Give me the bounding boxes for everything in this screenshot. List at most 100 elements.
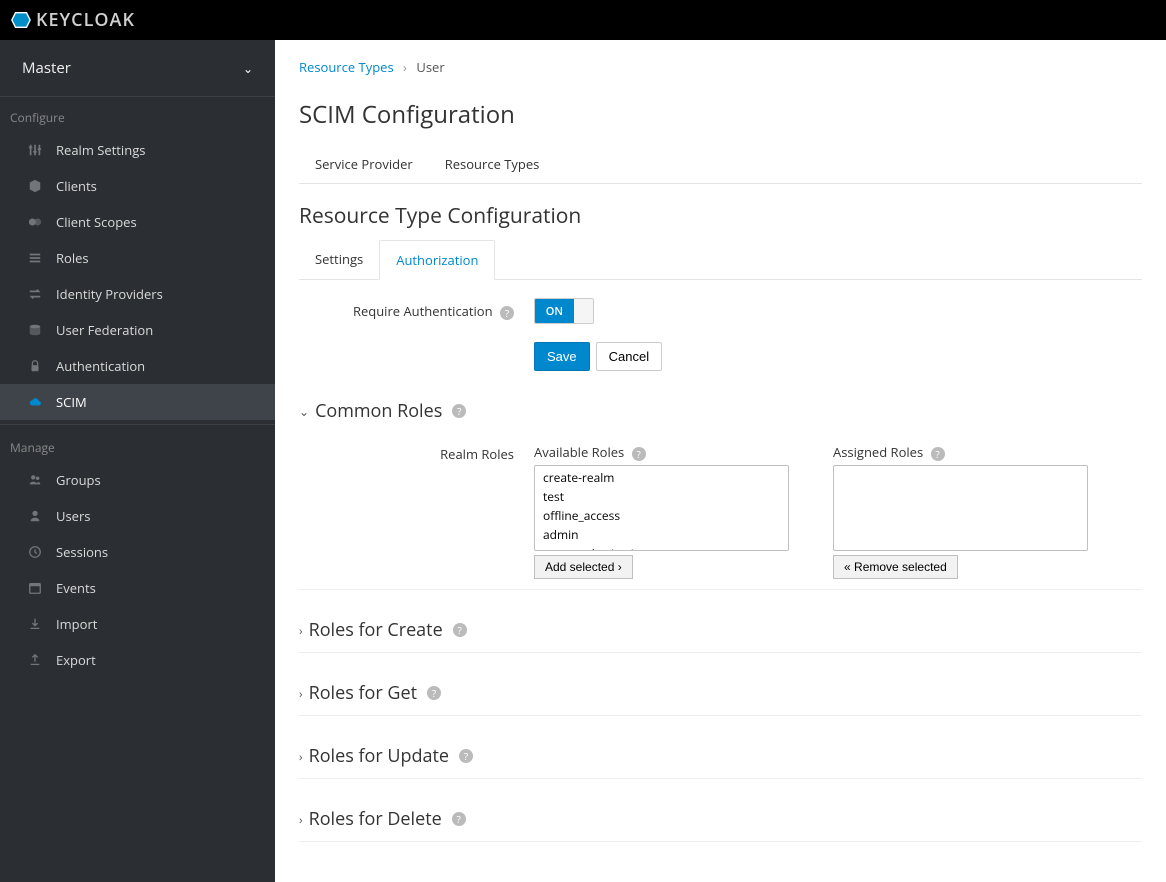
tab-resource-types[interactable]: Resource Types [429, 145, 556, 183]
help-icon[interactable]: ? [500, 306, 514, 320]
add-selected-button[interactable]: Add selected › [534, 555, 633, 579]
sidebar-label: Import [56, 615, 97, 633]
sidebar-item-groups[interactable]: Groups [0, 462, 275, 498]
section-roles-update: › Roles for Update ? [299, 738, 1142, 779]
sidebar-label: Export [56, 651, 96, 669]
sidebar-item-identity-providers[interactable]: Identity Providers [0, 276, 275, 312]
sliders-icon [28, 143, 42, 157]
remove-selected-button[interactable]: « Remove selected [833, 555, 958, 579]
sidebar-item-export[interactable]: Export [0, 642, 275, 678]
section-common-roles: ⌄ Common Roles ? Realm Roles Available R… [299, 393, 1142, 590]
tab-service-provider[interactable]: Service Provider [299, 145, 429, 183]
sidebar-label: Sessions [56, 543, 108, 561]
export-icon [28, 653, 42, 667]
section-header-update[interactable]: › Roles for Update ? [299, 738, 1142, 774]
chevron-right-icon: › [299, 811, 303, 828]
main-content: Resource Types › User SCIM Configuration… [275, 40, 1166, 882]
user-icon [28, 509, 42, 523]
sidebar-label: Roles [56, 249, 89, 267]
brand-logo: KEYCLOAK [10, 8, 135, 32]
scope-icon [28, 215, 42, 229]
realm-roles-row: Realm Roles Available Roles ? create-rea… [299, 429, 1142, 585]
chevron-right-icon: › [299, 748, 303, 765]
brand-text: KEYCLOAK [36, 8, 135, 32]
cube-icon [28, 179, 42, 193]
section-header-manage: Manage [0, 424, 275, 462]
help-icon[interactable]: ? [452, 812, 466, 826]
sidebar-item-import[interactable]: Import [0, 606, 275, 642]
help-icon[interactable]: ? [452, 404, 466, 418]
help-icon[interactable]: ? [632, 447, 646, 461]
list-icon [28, 251, 42, 265]
sidebar-item-user-federation[interactable]: User Federation [0, 312, 275, 348]
available-roles-label: Available Roles [534, 443, 624, 461]
sidebar-item-sessions[interactable]: Sessions [0, 534, 275, 570]
sidebar-label: Identity Providers [56, 285, 163, 303]
section-header-get[interactable]: › Roles for Get ? [299, 675, 1142, 711]
cancel-button[interactable]: Cancel [596, 342, 662, 371]
chevron-right-icon: › [299, 622, 303, 639]
sidebar-label: Events [56, 579, 96, 597]
chevron-left-icon: « [844, 560, 851, 574]
chevron-right-icon: › [299, 685, 303, 702]
help-icon[interactable]: ? [931, 447, 945, 461]
sub-tabs: Settings Authorization [299, 240, 1142, 280]
calendar-icon [28, 581, 42, 595]
sidebar-label: SCIM [56, 393, 87, 411]
breadcrumb: Resource Types › User [299, 58, 1142, 76]
available-roles-column: Available Roles ? create-realmtestofflin… [534, 443, 789, 579]
toggle-knob [574, 299, 593, 323]
require-auth-label: Require Authentication ? [299, 302, 534, 320]
sidebar-item-roles[interactable]: Roles [0, 240, 275, 276]
sidebar: Master ⌄ Configure Realm Settings Client… [0, 40, 275, 882]
realm-selector[interactable]: Master ⌄ [0, 40, 275, 97]
sidebar-item-clients[interactable]: Clients [0, 168, 275, 204]
import-icon [28, 617, 42, 631]
exchange-icon [28, 287, 42, 301]
tab-settings[interactable]: Settings [299, 240, 379, 279]
toggle-on-label: ON [535, 299, 574, 323]
tab-authorization[interactable]: Authorization [379, 240, 495, 280]
sidebar-item-client-scopes[interactable]: Client Scopes [0, 204, 275, 240]
realm-roles-label: Realm Roles [299, 443, 534, 579]
breadcrumb-current: User [416, 58, 444, 76]
sidebar-item-events[interactable]: Events [0, 570, 275, 606]
section-header-delete[interactable]: › Roles for Delete ? [299, 801, 1142, 837]
help-icon[interactable]: ? [459, 749, 473, 763]
breadcrumb-parent[interactable]: Resource Types [299, 58, 394, 76]
section-header-common[interactable]: ⌄ Common Roles ? [299, 393, 1142, 429]
sidebar-item-authentication[interactable]: Authentication [0, 348, 275, 384]
keycloak-icon [10, 9, 32, 31]
database-icon [28, 323, 42, 337]
clock-icon [28, 545, 42, 559]
section-header-create[interactable]: › Roles for Create ? [299, 612, 1142, 648]
sidebar-label: Realm Settings [56, 141, 145, 159]
sidebar-label: Authentication [56, 357, 145, 375]
require-auth-toggle[interactable]: ON [534, 298, 594, 324]
assigned-roles-select[interactable] [833, 465, 1088, 551]
sidebar-label: Groups [56, 471, 101, 489]
chevron-down-icon: ⌄ [299, 403, 309, 420]
sidebar-item-realm-settings[interactable]: Realm Settings [0, 132, 275, 168]
cloud-icon [28, 395, 42, 409]
users-icon [28, 473, 42, 487]
help-icon[interactable]: ? [453, 623, 467, 637]
sidebar-item-scim[interactable]: SCIM [0, 384, 275, 420]
lock-icon [28, 359, 42, 373]
section-header-configure: Configure [0, 97, 275, 132]
available-roles-select[interactable]: create-realmtestoffline_accessadminuma_a… [534, 465, 789, 551]
top-tabs: Service Provider Resource Types [299, 145, 1142, 184]
sidebar-label: Client Scopes [56, 213, 137, 231]
require-auth-row: Require Authentication ? ON [299, 280, 1142, 332]
sub-title: Resource Type Configuration [299, 202, 1142, 230]
help-icon[interactable]: ? [427, 686, 441, 700]
chevron-down-icon: ⌄ [243, 60, 253, 77]
save-button[interactable]: Save [534, 342, 590, 371]
assigned-roles-column: Assigned Roles ? « Remove selected [833, 443, 1088, 579]
sidebar-label: Users [56, 507, 90, 525]
breadcrumb-separator: › [403, 58, 407, 76]
sidebar-item-users[interactable]: Users [0, 498, 275, 534]
sidebar-label: User Federation [56, 321, 153, 339]
assigned-roles-label: Assigned Roles [833, 443, 923, 461]
section-roles-create: › Roles for Create ? [299, 612, 1142, 653]
